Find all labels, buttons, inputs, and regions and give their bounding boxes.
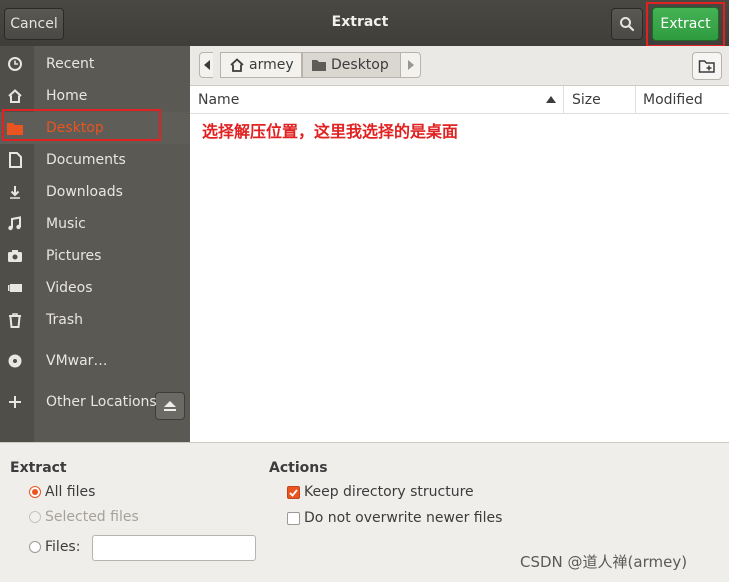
sidebar-item-label: Pictures	[46, 248, 102, 264]
search-icon	[620, 17, 635, 32]
sidebar-item-vmware[interactable]: VMwar…	[0, 345, 190, 377]
sidebar-item-label: Downloads	[46, 184, 123, 200]
files-radio[interactable]	[29, 541, 41, 553]
path-forward-button[interactable]	[401, 52, 421, 78]
music-icon	[4, 213, 26, 235]
breadcrumb-label: Desktop	[331, 57, 389, 73]
desktop-item-highlight	[2, 109, 161, 141]
sidebar-item-label: Home	[46, 88, 88, 104]
places-sidebar: Recent Home Desktop Documents Downloads	[0, 46, 190, 442]
chevron-left-icon	[203, 60, 210, 70]
trash-icon	[4, 309, 26, 331]
sidebar-item-other-locations[interactable]: Other Locations	[0, 386, 190, 418]
selected-files-label: Selected files	[45, 509, 139, 525]
clock-icon	[4, 53, 26, 75]
sidebar-item-home[interactable]: Home	[0, 80, 190, 112]
breadcrumb-label: armey	[249, 57, 294, 73]
header-bar: Cancel Extract Extract	[0, 0, 729, 47]
sidebar-item-label: VMwar…	[46, 353, 108, 369]
sidebar-item-label: Trash	[46, 312, 83, 328]
sort-ascending-icon	[546, 96, 556, 103]
video-icon	[4, 277, 26, 299]
all-files-radio[interactable]	[29, 486, 41, 498]
sidebar-item-trash[interactable]: Trash	[0, 304, 190, 336]
keep-structure-checkbox[interactable]	[287, 486, 300, 499]
column-modified[interactable]: Modified	[635, 86, 729, 114]
all-files-label[interactable]: All files	[45, 484, 95, 500]
folder-icon	[312, 60, 326, 71]
annotation-text: 选择解压位置，这里我选择的是桌面	[202, 122, 459, 141]
files-pattern-input[interactable]	[92, 535, 256, 561]
sidebar-item-label: Documents	[46, 152, 126, 168]
column-modified-label: Modified	[643, 92, 703, 108]
checkmark-icon	[289, 488, 298, 497]
files-label[interactable]: Files:	[45, 539, 80, 555]
home-icon	[4, 85, 26, 107]
breadcrumb-home[interactable]: armey	[220, 52, 302, 78]
watermark: CSDN @道人禅(armey)	[520, 553, 688, 571]
disc-icon	[4, 350, 26, 372]
no-overwrite-label[interactable]: Do not overwrite newer files	[304, 510, 502, 526]
sidebar-item-label: Music	[46, 216, 86, 232]
extract-dialog: Cancel Extract Extract Recent Home Deskt…	[0, 0, 729, 582]
dialog-title: Extract	[331, 14, 389, 30]
actions-heading: Actions	[269, 460, 328, 476]
sidebar-item-label: Recent	[46, 56, 95, 72]
sidebar-item-downloads[interactable]: Downloads	[0, 176, 190, 208]
new-folder-button[interactable]	[692, 52, 722, 80]
sidebar-item-label: Videos	[46, 280, 93, 296]
chevron-right-icon	[407, 60, 414, 70]
extract-options: Extract All files Selected files Files: …	[0, 442, 729, 582]
sidebar-item-pictures[interactable]: Pictures	[0, 240, 190, 272]
sidebar-item-recent[interactable]: Recent	[0, 48, 190, 80]
column-headers: Name Size Modified	[190, 86, 729, 114]
no-overwrite-checkbox[interactable]	[287, 512, 300, 525]
camera-icon	[4, 245, 26, 267]
cancel-button[interactable]: Cancel	[4, 8, 64, 40]
sidebar-item-music[interactable]: Music	[0, 208, 190, 240]
file-list[interactable]: Name Size Modified 选择解压位置，这里我选择的是桌面	[190, 86, 729, 442]
sidebar-item-videos[interactable]: Videos	[0, 272, 190, 304]
extract-heading: Extract	[10, 460, 67, 476]
column-name[interactable]: Name	[198, 86, 558, 114]
column-name-label: Name	[198, 92, 240, 108]
path-back-button[interactable]	[199, 52, 213, 78]
extract-button[interactable]: Extract	[652, 7, 719, 41]
keep-structure-label[interactable]: Keep directory structure	[304, 484, 474, 500]
column-size[interactable]: Size	[563, 86, 635, 114]
column-size-label: Size	[572, 92, 601, 108]
search-button[interactable]	[611, 8, 643, 40]
new-folder-icon	[698, 60, 715, 73]
path-bar: armey Desktop	[190, 46, 729, 86]
selected-files-radio	[29, 511, 41, 523]
document-icon	[4, 149, 26, 171]
home-icon	[230, 58, 244, 72]
breadcrumb-desktop[interactable]: Desktop	[302, 52, 401, 78]
plus-icon	[4, 391, 26, 413]
sidebar-item-label: Other Locations	[46, 394, 157, 410]
download-icon	[4, 181, 26, 203]
sidebar-item-documents[interactable]: Documents	[0, 144, 190, 176]
